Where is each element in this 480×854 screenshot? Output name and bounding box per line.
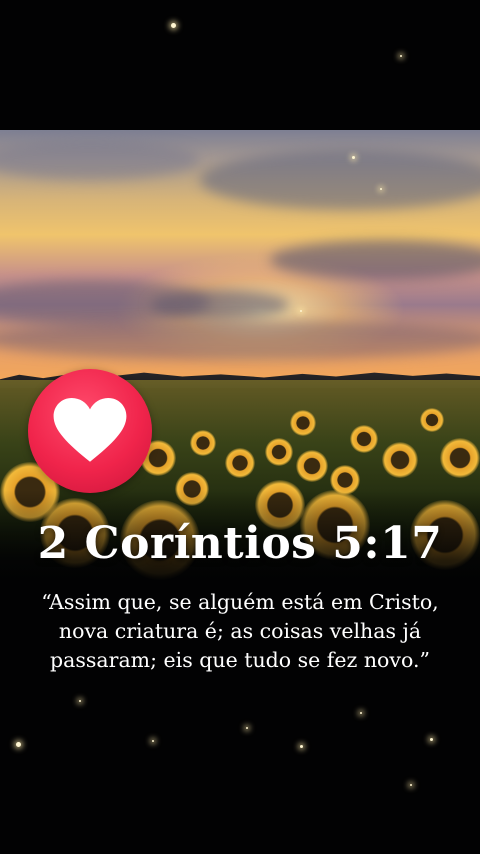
- sparkle: [430, 738, 433, 741]
- sparkle: [79, 700, 81, 702]
- sparkle: [300, 310, 302, 312]
- verse-reference: 2 Coríntios 5:17: [37, 518, 443, 569]
- sparkle: [352, 156, 355, 159]
- sparkle: [410, 784, 412, 786]
- heart-icon: [53, 398, 127, 462]
- sparkle: [300, 745, 303, 748]
- sparkle: [152, 740, 154, 742]
- sparkle: [400, 55, 402, 57]
- sparkle: [380, 188, 382, 190]
- sparkle: [171, 23, 176, 28]
- story-frame: 2 Coríntios 5:17 “Assim que, se alguém e…: [0, 0, 480, 854]
- sparkle: [16, 742, 21, 747]
- sparkle: [246, 727, 248, 729]
- verse-text: “Assim que, se alguém está em Cristo, no…: [41, 590, 439, 672]
- sparkle: [360, 712, 362, 714]
- heart-reaction-badge: [28, 369, 152, 493]
